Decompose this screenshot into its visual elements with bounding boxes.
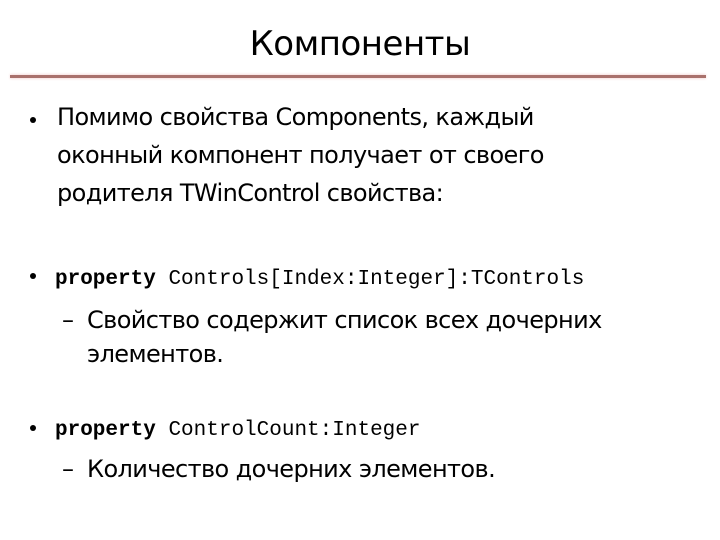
title-divider [10,75,706,78]
property-declaration: property Controls[Index:Integer]:TContro… [55,263,584,297]
property-signature: Controls[Index:Integer]:TControls [168,268,585,291]
sub-bullet-dash: – [62,306,74,334]
sub-bullet-text-line: Свойство содержит список всех дочерних [87,306,602,334]
bullet-text-line: оконный компонент получает от своего [57,141,544,169]
bullet-icon [30,272,36,281]
property-signature: ControlCount:Integer [168,419,421,442]
property-keyword: property [55,419,156,442]
sub-bullet-text-line: элементов. [87,340,224,368]
property-keyword: property [55,268,156,291]
sub-bullet-dash: – [62,455,74,483]
bullet-icon [30,424,36,433]
slide-title: Компоненты [249,24,471,64]
bullet-text-line: родителя TWinControl свойства: [57,179,444,207]
bullet-icon [30,116,36,125]
sub-bullet-text-line: Количество дочерних элементов. [87,455,496,483]
bullet-text-line: Помимо свойства Components, каждый [57,103,534,131]
property-declaration: property ControlCount:Integer [55,414,420,448]
